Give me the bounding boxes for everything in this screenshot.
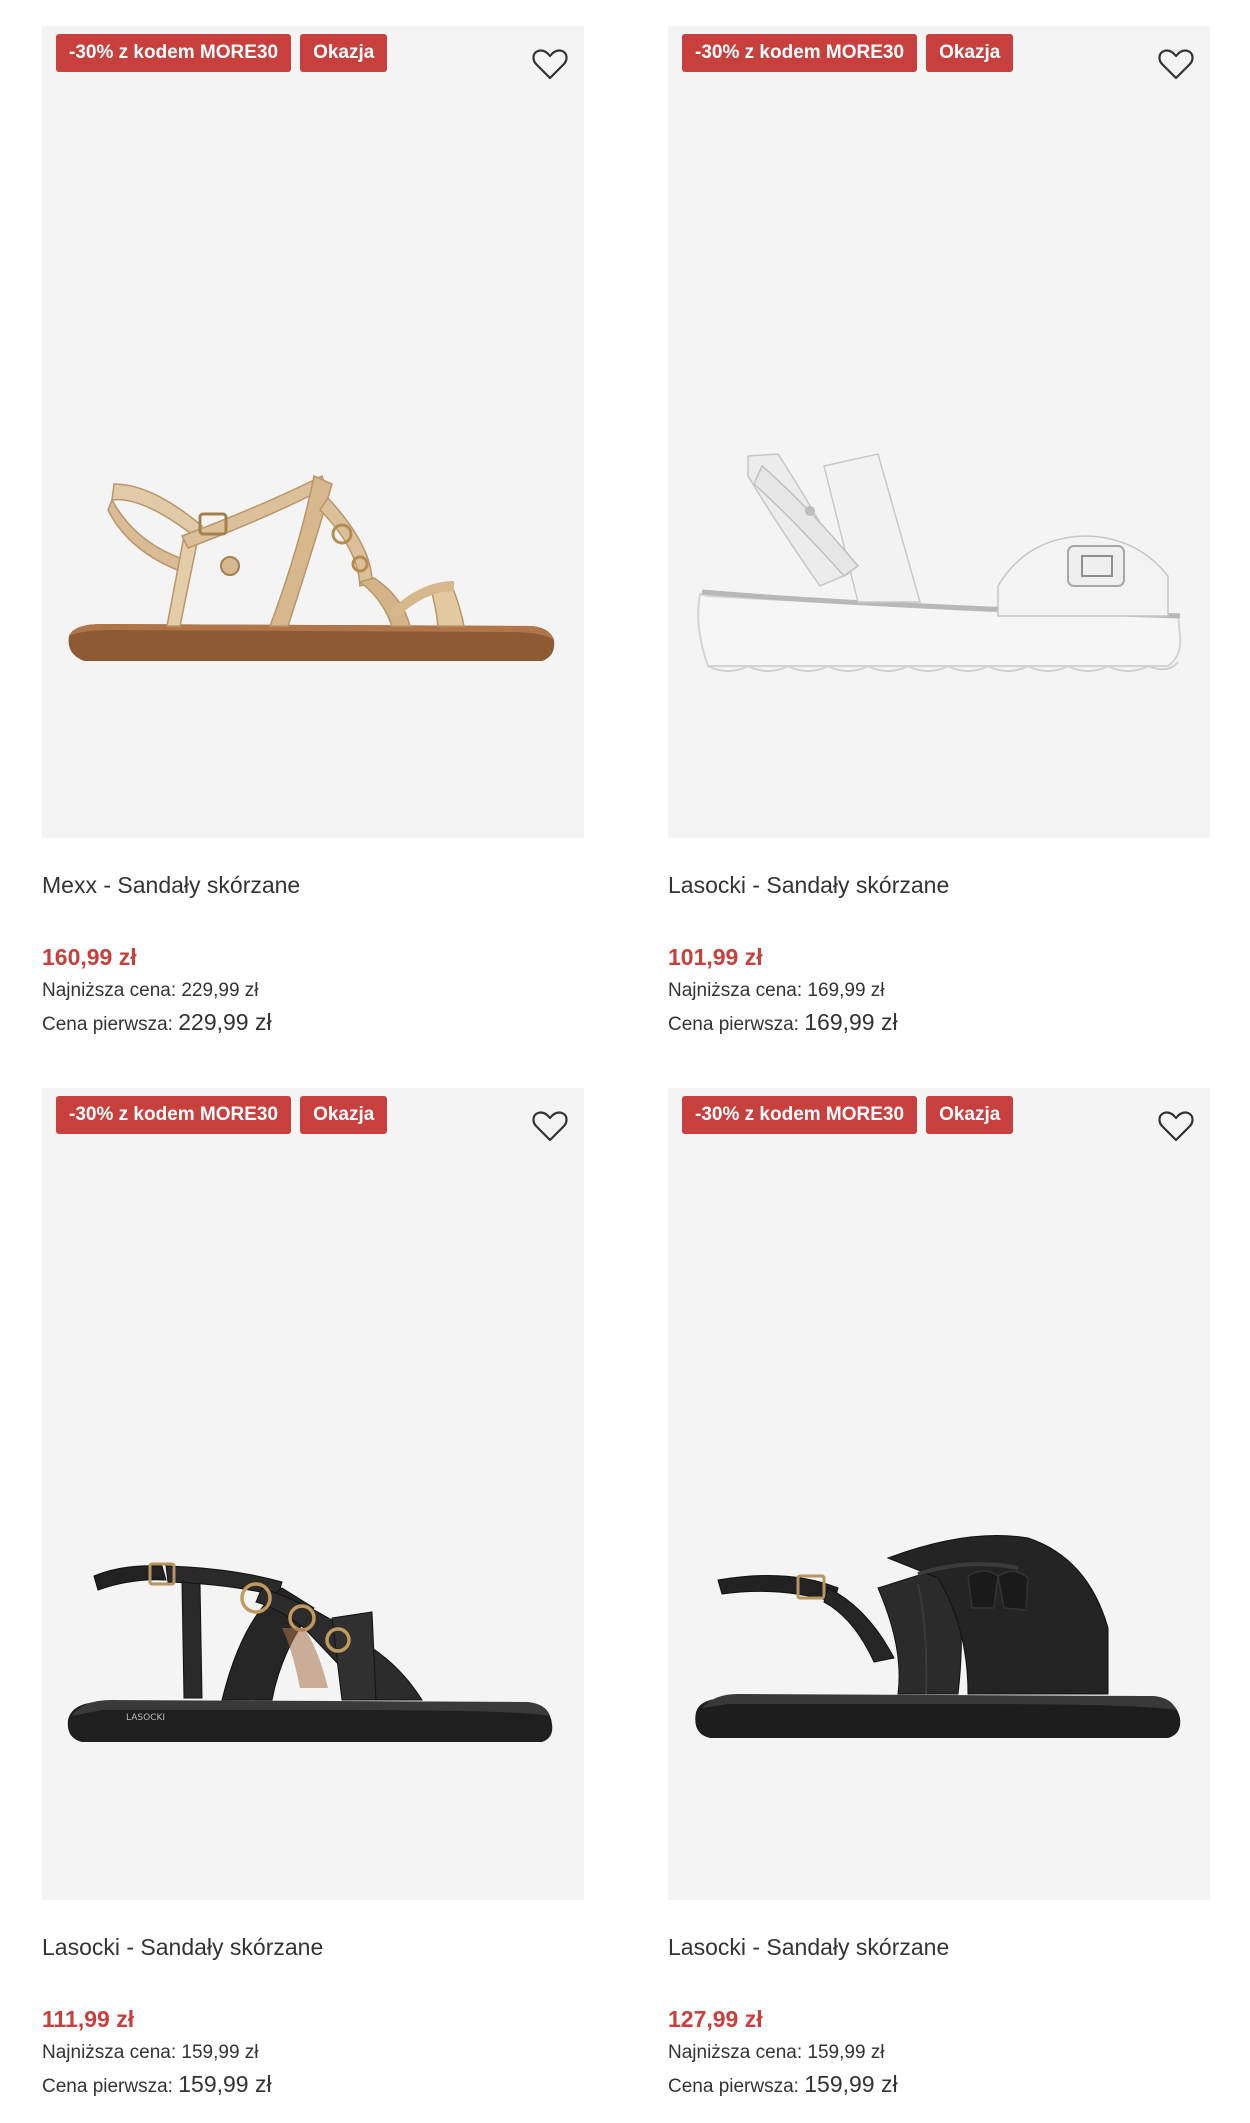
lowest-price-value: 229,99 zł [181, 980, 259, 1001]
white-platform-sandal-image [697, 453, 1182, 672]
discount-badge: -30% z kodem MORE30 [682, 34, 918, 72]
original-price-label: Cena pierwsza: [668, 2076, 799, 2097]
product-grid: -30% z kodem MORE30 Okazja Mexx - Sandał… [0, 0, 1250, 2123]
badge-group: -30% z kodem MORE30 Okazja [56, 1096, 388, 1134]
product-image[interactable]: -30% z kodem MORE30 Okazja [668, 26, 1210, 838]
lowest-price-line: Najniższa cena: 159,99 zł [42, 2042, 259, 2064]
original-price-line: Cena pierwsza: 229,99 zł [42, 1009, 272, 1036]
badge-group: -30% z kodem MORE30 Okazja [682, 34, 1014, 72]
original-price-value: 159,99 zł [804, 2071, 898, 2097]
original-price-label: Cena pierwsza: [42, 1014, 173, 1035]
heart-icon[interactable] [530, 44, 570, 84]
heart-icon[interactable] [1156, 44, 1196, 84]
heart-icon[interactable] [530, 1106, 570, 1146]
black-tassel-sandal-image [695, 1535, 1181, 1738]
lowest-price-value: 159,99 zł [181, 2042, 259, 2063]
original-price-line: Cena pierwsza: 159,99 zł [668, 2071, 898, 2098]
svg-text:LASOCKI: LASOCKI [126, 1713, 165, 1723]
heart-icon[interactable] [1156, 1106, 1196, 1146]
lowest-price-label: Najniższa cena: [42, 2042, 177, 2063]
badge-group: -30% z kodem MORE30 Okazja [682, 1096, 1014, 1134]
product-name[interactable]: Mexx - Sandały skórzane [42, 872, 300, 899]
original-price-label: Cena pierwsza: [42, 2076, 173, 2097]
deal-badge: Okazja [926, 34, 1014, 72]
product-name[interactable]: Lasocki - Sandały skórzane [668, 1934, 949, 1961]
product-name[interactable]: Lasocki - Sandały skórzane [668, 872, 949, 899]
discount-badge: -30% z kodem MORE30 [56, 1096, 292, 1134]
original-price-label: Cena pierwsza: [668, 1014, 799, 1035]
lowest-price-line: Najniższa cena: 229,99 zł [42, 980, 259, 1002]
deal-badge: Okazja [926, 1096, 1014, 1134]
product-price: 127,99 zł [668, 2006, 763, 2032]
product-price: 101,99 zł [668, 944, 763, 970]
discount-badge: -30% z kodem MORE30 [682, 1096, 918, 1134]
lowest-price-line: Najniższa cena: 159,99 zł [668, 2042, 885, 2064]
lowest-price-line: Najniższa cena: 169,99 zł [668, 980, 885, 1002]
product-image[interactable]: LASOCKI -30% z kodem MORE30 Okazja [42, 1088, 584, 1900]
lowest-price-label: Najniższa cena: [42, 980, 177, 1001]
original-price-value: 169,99 zł [804, 1009, 898, 1035]
lowest-price-label: Najniższa cena: [668, 2042, 803, 2063]
deal-badge: Okazja [300, 34, 388, 72]
product-name[interactable]: Lasocki - Sandały skórzane [42, 1934, 323, 1961]
gold-strappy-sandal-image [68, 474, 555, 661]
original-price-line: Cena pierwsza: 169,99 zł [668, 1009, 898, 1036]
discount-badge: -30% z kodem MORE30 [56, 34, 292, 72]
product-price: 160,99 zł [42, 944, 137, 970]
lowest-price-value: 159,99 zł [807, 2042, 885, 2063]
product-price: 111,99 zł [42, 2006, 135, 2032]
deal-badge: Okazja [300, 1096, 388, 1134]
black-crossstrap-sandal-image: LASOCKI [67, 1562, 553, 1742]
lowest-price-label: Najniższa cena: [668, 980, 803, 1001]
product-image[interactable]: -30% z kodem MORE30 Okazja [42, 26, 584, 838]
original-price-line: Cena pierwsza: 159,99 zł [42, 2071, 272, 2098]
badge-group: -30% z kodem MORE30 Okazja [56, 34, 388, 72]
lowest-price-value: 169,99 zł [807, 980, 885, 1001]
original-price-value: 229,99 zł [178, 1009, 272, 1035]
original-price-value: 159,99 zł [178, 2071, 272, 2097]
product-image[interactable]: -30% z kodem MORE30 Okazja [668, 1088, 1210, 1900]
